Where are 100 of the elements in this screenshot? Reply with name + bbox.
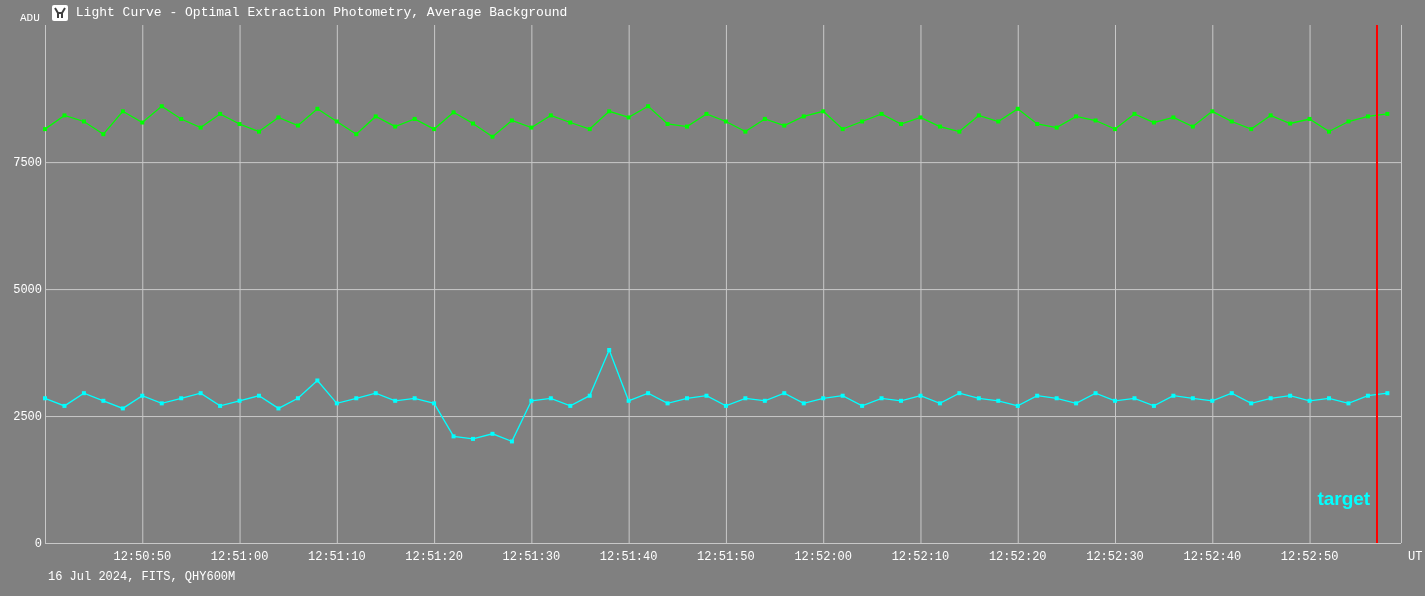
data-point xyxy=(918,115,923,120)
data-point xyxy=(1171,115,1176,120)
data-point xyxy=(1249,401,1254,406)
data-point xyxy=(393,124,398,129)
data-point xyxy=(159,401,164,406)
data-point xyxy=(1307,116,1312,121)
data-point xyxy=(43,127,47,132)
x-tick-label: 12:52:10 xyxy=(891,550,950,564)
data-point xyxy=(1171,393,1176,398)
data-point xyxy=(509,118,514,123)
data-point xyxy=(1365,114,1370,119)
x-tick-label: 12:52:20 xyxy=(988,550,1047,564)
data-point xyxy=(1346,119,1351,124)
data-point xyxy=(1190,396,1195,401)
data-point xyxy=(412,116,417,121)
data-point xyxy=(762,398,767,403)
data-point xyxy=(723,119,728,124)
data-point xyxy=(1015,106,1020,111)
x-tick-label: 12:51:00 xyxy=(210,550,269,564)
data-point xyxy=(568,120,573,125)
data-point xyxy=(1385,111,1390,116)
y-tick-label: 5000 xyxy=(13,283,42,298)
data-point xyxy=(821,109,826,114)
data-point xyxy=(937,401,942,406)
data-point xyxy=(860,403,865,408)
data-point xyxy=(120,109,125,114)
data-point xyxy=(1365,393,1370,398)
data-point xyxy=(743,396,748,401)
data-point xyxy=(665,401,670,406)
data-point xyxy=(237,122,242,127)
data-point xyxy=(257,393,261,398)
data-point xyxy=(432,127,437,132)
data-point xyxy=(1229,119,1234,124)
footer-caption: 16 Jul 2024, FITS, QHY600M xyxy=(48,570,236,584)
data-point xyxy=(1288,121,1293,126)
data-point xyxy=(81,119,86,124)
data-point xyxy=(529,398,534,403)
data-point xyxy=(334,401,339,406)
app-icon xyxy=(51,4,68,21)
data-point xyxy=(373,391,378,396)
data-point xyxy=(315,378,320,383)
data-point xyxy=(548,113,553,118)
data-point xyxy=(879,396,884,401)
data-point xyxy=(43,396,47,401)
data-point xyxy=(1249,127,1254,132)
data-point xyxy=(587,393,592,398)
data-point xyxy=(1385,391,1390,396)
data-point xyxy=(451,434,456,439)
data-point xyxy=(179,116,184,121)
data-point xyxy=(1327,129,1331,134)
data-point xyxy=(957,129,962,134)
data-point xyxy=(762,116,767,121)
data-point xyxy=(1074,401,1079,406)
data-point xyxy=(607,109,612,114)
data-point xyxy=(1288,393,1293,398)
data-point xyxy=(529,125,534,130)
data-point xyxy=(1268,396,1273,401)
x-tick-label: 12:50:50 xyxy=(113,550,172,564)
data-point xyxy=(840,127,845,132)
data-point xyxy=(1113,398,1117,403)
data-point xyxy=(568,403,573,408)
data-point xyxy=(801,114,806,119)
data-point xyxy=(801,401,806,406)
data-point xyxy=(62,113,67,118)
x-tick-label: 12:51:50 xyxy=(697,550,755,564)
data-point xyxy=(276,406,281,411)
y-tick-label: 7500 xyxy=(13,156,42,171)
data-point xyxy=(704,393,709,398)
data-point xyxy=(1035,122,1040,127)
data-point xyxy=(373,114,378,119)
data-point xyxy=(996,398,1001,403)
data-point xyxy=(471,121,475,126)
data-point xyxy=(1210,109,1215,114)
data-point xyxy=(626,115,631,120)
data-point xyxy=(1210,398,1215,403)
data-point xyxy=(840,393,845,398)
window-title: Light Curve - Optimal Extraction Photometry, Average Background xyxy=(75,5,568,20)
data-point xyxy=(1035,393,1040,398)
data-point xyxy=(548,396,553,401)
data-point xyxy=(1346,401,1351,406)
data-point xyxy=(626,398,631,403)
data-point xyxy=(198,391,203,396)
data-point xyxy=(62,403,67,408)
x-tick-label: 12:52:30 xyxy=(1086,550,1144,564)
data-point xyxy=(587,127,592,132)
data-point xyxy=(237,398,242,403)
cursor-line[interactable] xyxy=(1376,25,1378,544)
data-point xyxy=(918,393,923,398)
data-point xyxy=(1015,403,1020,408)
data-point xyxy=(412,396,417,401)
data-point xyxy=(937,124,942,129)
data-point xyxy=(976,396,981,401)
data-point xyxy=(81,391,86,396)
data-point xyxy=(354,396,359,401)
data-point xyxy=(198,125,203,130)
data-point xyxy=(743,129,748,134)
data-point xyxy=(1229,391,1234,396)
data-point xyxy=(451,110,456,115)
data-point xyxy=(257,129,261,134)
data-point xyxy=(179,396,184,401)
